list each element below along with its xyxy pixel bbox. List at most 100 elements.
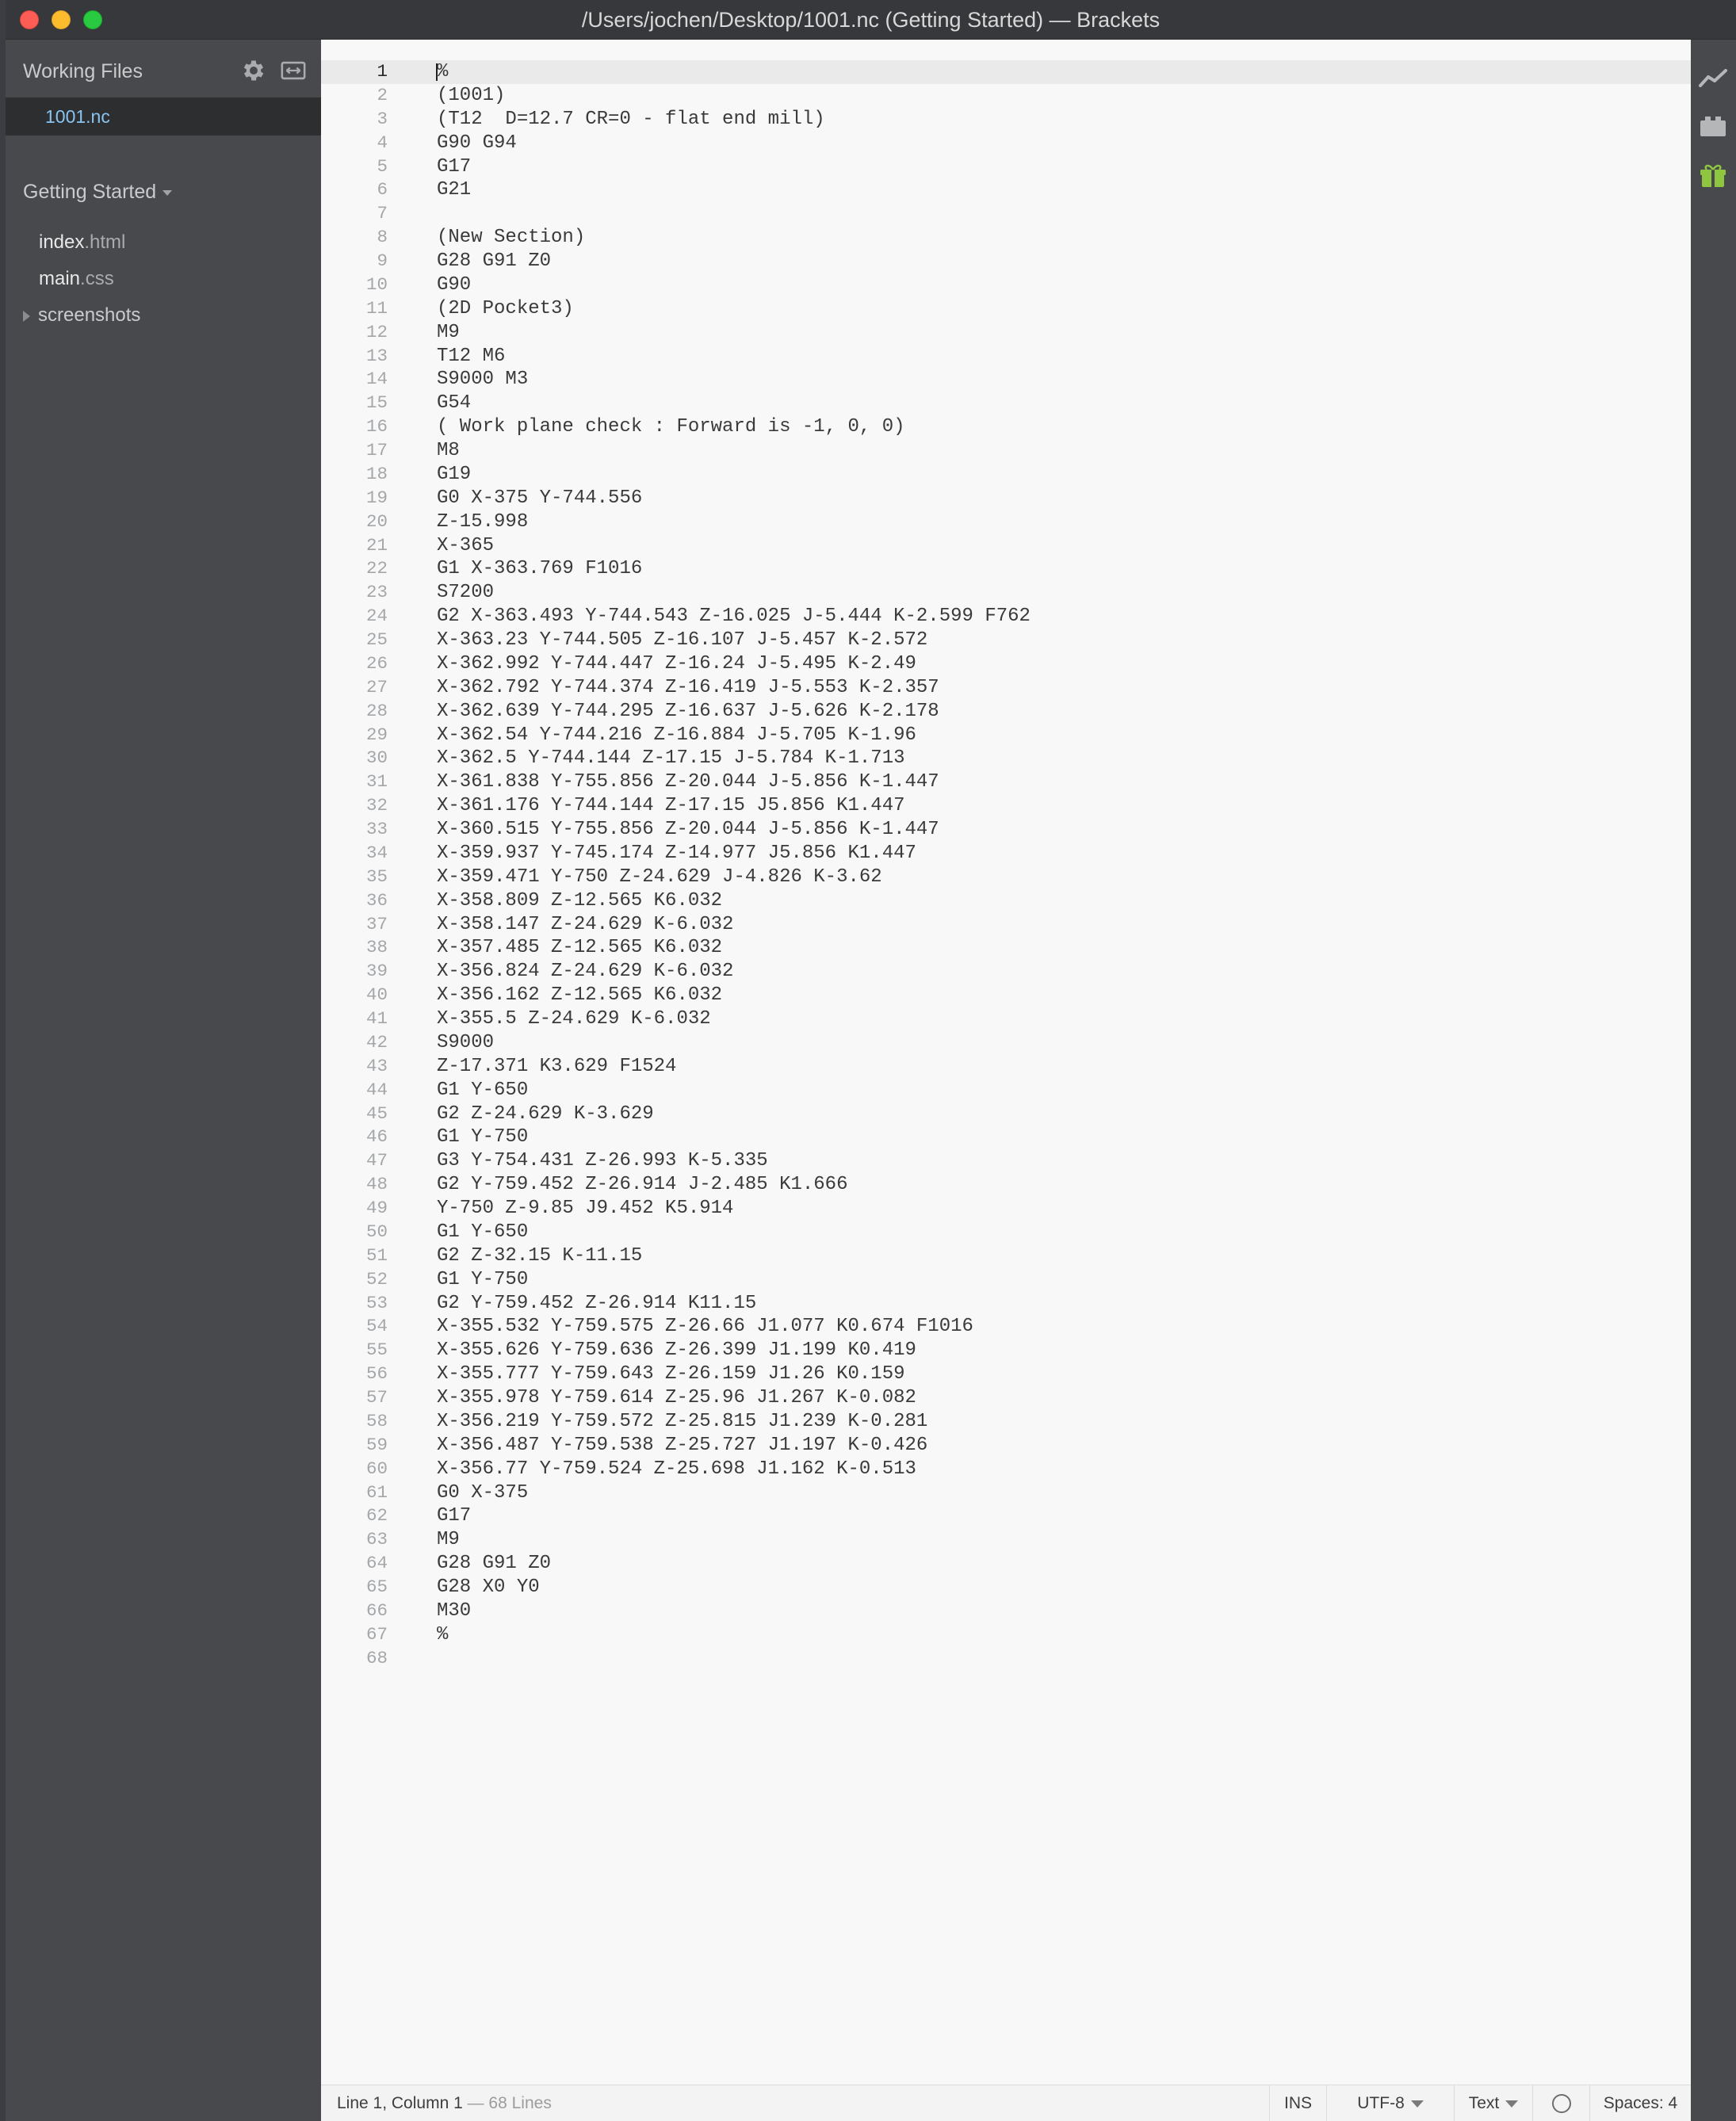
code-line[interactable]: 10 G90	[321, 273, 1691, 297]
code-text[interactable]: M9	[437, 321, 460, 345]
code-text[interactable]: X-356.487 Y-759.538 Z-25.727 J1.197 K-0.…	[437, 1434, 927, 1458]
code-text[interactable]: X-356.824 Z-24.629 K-6.032	[437, 960, 733, 984]
code-line[interactable]: 7	[321, 202, 1691, 226]
code-text[interactable]: X-363.23 Y-744.505 Z-16.107 J-5.457 K-2.…	[437, 629, 927, 652]
code-line[interactable]: 64 G28 G91 Z0	[321, 1552, 1691, 1576]
code-line[interactable]: 20 Z-15.998	[321, 510, 1691, 534]
editor-lines[interactable]: 1% 2 (1001) 3 (T12 D=12.7 CR=0 - flat end mi…	[321, 60, 1691, 1671]
code-line[interactable]: 47 G3 Y-754.431 Z-26.993 K-5.335	[321, 1149, 1691, 1173]
code-line[interactable]: 35 X-359.471 Y-750 Z-24.629 J-4.826 K-3.6…	[321, 866, 1691, 889]
code-text[interactable]: G3 Y-754.431 Z-26.993 K-5.335	[437, 1149, 768, 1173]
code-text[interactable]: X-355.978 Y-759.614 Z-25.96 J1.267 K-0.0…	[437, 1386, 916, 1410]
code-text[interactable]: X-357.485 Z-12.565 K6.032	[437, 936, 722, 960]
code-line[interactable]: 53 G2 Y-759.452 Z-26.914 K11.15	[321, 1292, 1691, 1316]
code-line[interactable]: 44 G1 Y-650	[321, 1079, 1691, 1103]
code-line[interactable]: 11 (2D Pocket3)	[321, 297, 1691, 321]
code-text[interactable]: X-358.147 Z-24.629 K-6.032	[437, 913, 733, 937]
code-line[interactable]: 61 G0 X-375	[321, 1481, 1691, 1505]
code-line[interactable]: 1%	[321, 60, 1691, 84]
code-text[interactable]: G28 G91 Z0	[437, 1552, 551, 1576]
file-tree-item-main-css[interactable]: main.css	[39, 263, 114, 295]
code-text[interactable]: X-359.471 Y-750 Z-24.629 J-4.826 K-3.62	[437, 866, 882, 889]
code-line[interactable]: 57 X-355.978 Y-759.614 Z-25.96 J1.267 K-0…	[321, 1386, 1691, 1410]
code-line[interactable]: 12 M9	[321, 321, 1691, 345]
code-line[interactable]: 50 G1 Y-650	[321, 1221, 1691, 1244]
code-line[interactable]: 39 X-356.824 Z-24.629 K-6.032	[321, 960, 1691, 984]
code-text[interactable]: X-365	[437, 534, 494, 558]
code-text[interactable]: G0 X-375 Y-744.556	[437, 487, 642, 510]
code-line[interactable]: 52 G1 Y-750	[321, 1268, 1691, 1292]
code-text[interactable]: G28 X0 Y0	[437, 1576, 540, 1599]
code-line[interactable]: 31 X-361.838 Y-755.856 Z-20.044 J-5.856 K…	[321, 770, 1691, 794]
code-text[interactable]: X-362.54 Y-744.216 Z-16.884 J-5.705 K-1.…	[437, 724, 916, 747]
code-text[interactable]: G19	[437, 463, 471, 487]
code-text[interactable]: X-362.639 Y-744.295 Z-16.637 J-5.626 K-2…	[437, 700, 939, 724]
code-line[interactable]: 46 G1 Y-750	[321, 1125, 1691, 1149]
code-text[interactable]: X-361.838 Y-755.856 Z-20.044 J-5.856 K-1…	[437, 770, 939, 794]
code-text[interactable]: G28 G91 Z0	[437, 250, 551, 273]
code-text[interactable]: ( Work plane check : Forward is -1, 0, 0…	[437, 415, 905, 439]
code-text[interactable]: G2 Y-759.452 Z-26.914 K11.15	[437, 1292, 756, 1316]
code-line[interactable]: 40 X-356.162 Z-12.565 K6.032	[321, 984, 1691, 1007]
code-text[interactable]: G2 X-363.493 Y-744.543 Z-16.025 J-5.444 …	[437, 605, 1031, 629]
code-line[interactable]: 54 X-355.532 Y-759.575 Z-26.66 J1.077 K0.…	[321, 1315, 1691, 1339]
code-line[interactable]: 22 G1 X-363.769 F1016	[321, 557, 1691, 581]
project-dropdown[interactable]: Getting Started	[23, 176, 173, 208]
code-text[interactable]: X-355.626 Y-759.636 Z-26.399 J1.199 K0.4…	[437, 1339, 916, 1362]
code-line[interactable]: 28 X-362.639 Y-744.295 Z-16.637 J-5.626 K…	[321, 700, 1691, 724]
code-line[interactable]: 27 X-362.792 Y-744.374 Z-16.419 J-5.553 K…	[321, 676, 1691, 700]
code-text[interactable]: G2 Y-759.452 Z-26.914 J-2.485 K1.666	[437, 1173, 847, 1197]
code-text[interactable]: X-362.792 Y-744.374 Z-16.419 J-5.553 K-2…	[437, 676, 939, 700]
code-text[interactable]: S9000 M3	[437, 368, 528, 392]
code-text[interactable]: X-358.809 Z-12.565 K6.032	[437, 889, 722, 913]
code-line[interactable]: 30 X-362.5 Y-744.144 Z-17.15 J-5.784 K-1.…	[321, 747, 1691, 770]
code-line[interactable]: 59 X-356.487 Y-759.538 Z-25.727 J1.197 K-…	[321, 1434, 1691, 1458]
code-text[interactable]: (New Section)	[437, 226, 585, 250]
insert-mode-toggle[interactable]: INS	[1269, 2085, 1326, 2121]
code-line[interactable]: 19 G0 X-375 Y-744.556	[321, 487, 1691, 510]
code-line[interactable]: 4 G90 G94	[321, 132, 1691, 155]
code-line[interactable]: 14 S9000 M3	[321, 368, 1691, 392]
code-line[interactable]: 68	[321, 1647, 1691, 1671]
code-text[interactable]: X-355.532 Y-759.575 Z-26.66 J1.077 K0.67…	[437, 1315, 973, 1339]
code-text[interactable]: X-361.176 Y-744.144 Z-17.15 J5.856 K1.44…	[437, 794, 905, 818]
code-text[interactable]: X-356.162 Z-12.565 K6.032	[437, 984, 722, 1007]
code-line[interactable]: 65 G28 X0 Y0	[321, 1576, 1691, 1599]
code-line[interactable]: 29 X-362.54 Y-744.216 Z-16.884 J-5.705 K-…	[321, 724, 1691, 747]
code-line[interactable]: 21 X-365	[321, 534, 1691, 558]
gift-icon[interactable]	[1697, 160, 1729, 192]
code-line[interactable]: 15 G54	[321, 392, 1691, 415]
code-text[interactable]: G2 Z-24.629 K-3.629	[437, 1103, 654, 1126]
code-text[interactable]: Z-17.371 K3.629 F1524	[437, 1055, 676, 1079]
code-line[interactable]: 34 X-359.937 Y-745.174 Z-14.977 J5.856 K1…	[321, 842, 1691, 866]
code-text[interactable]: G90	[437, 273, 471, 297]
code-text[interactable]: G1 Y-650	[437, 1079, 528, 1103]
code-text[interactable]: (2D Pocket3)	[437, 297, 574, 321]
code-text[interactable]: G21	[437, 178, 471, 202]
code-line[interactable]: 51 G2 Z-32.15 K-11.15	[321, 1244, 1691, 1268]
code-text[interactable]: S7200	[437, 581, 494, 605]
code-line[interactable]: 67%	[321, 1623, 1691, 1647]
code-text[interactable]: X-355.777 Y-759.643 Z-26.159 J1.26 K0.15…	[437, 1362, 905, 1386]
code-line[interactable]: 13 T12 M6	[321, 345, 1691, 369]
code-text[interactable]: X-356.219 Y-759.572 Z-25.815 J1.239 K-0.…	[437, 1410, 927, 1434]
code-text[interactable]: G90 G94	[437, 132, 517, 155]
code-text[interactable]: X-362.5 Y-744.144 Z-17.15 J-5.784 K-1.71…	[437, 747, 905, 770]
code-line[interactable]: 36 X-358.809 Z-12.565 K6.032	[321, 889, 1691, 913]
code-text[interactable]: G1 Y-650	[437, 1221, 528, 1244]
code-line[interactable]: 56 X-355.777 Y-759.643 Z-26.159 J1.26 K0.…	[321, 1362, 1691, 1386]
code-line[interactable]: 18 G19	[321, 463, 1691, 487]
code-line[interactable]: 5 G17	[321, 155, 1691, 179]
code-editor[interactable]: 1% 2 (1001) 3 (T12 D=12.7 CR=0 - flat end mi…	[321, 40, 1691, 2085]
code-line[interactable]: 55 X-355.626 Y-759.636 Z-26.399 J1.199 K0…	[321, 1339, 1691, 1362]
encoding-select[interactable]: UTF-8	[1326, 2085, 1454, 2121]
code-text[interactable]: G1 Y-750	[437, 1268, 528, 1292]
extension-manager-icon[interactable]	[1697, 111, 1729, 143]
code-text[interactable]: (1001)	[437, 84, 505, 108]
code-text[interactable]: X-359.937 Y-745.174 Z-14.977 J5.856 K1.4…	[437, 842, 916, 866]
code-text[interactable]: M9	[437, 1528, 460, 1552]
code-text[interactable]: X-362.992 Y-744.447 Z-16.24 J-5.495 K-2.…	[437, 652, 916, 676]
code-line[interactable]: 45 G2 Z-24.629 K-3.629	[321, 1103, 1691, 1126]
code-text[interactable]: Y-750 Z-9.85 J9.452 K5.914	[437, 1197, 733, 1221]
code-text[interactable]: T12 M6	[437, 345, 505, 369]
